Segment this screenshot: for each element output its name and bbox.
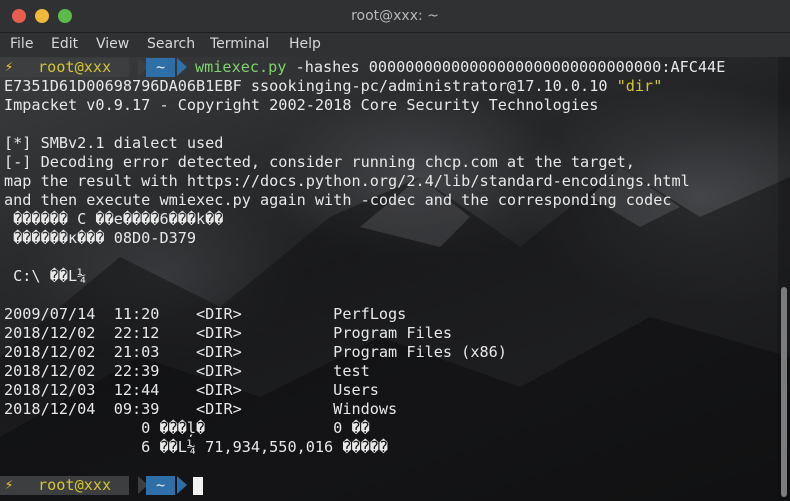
dir-entry: 2018/12/02 22:12 <DIR> Program Files <box>4 324 453 342</box>
output-line: [*] SMBv2.1 dialect used <box>4 134 224 152</box>
command-line-2: E7351D61D00698796DA06B1EBF ssookinging-p… <box>4 77 662 96</box>
output-line: C:\ ��L¼ <box>4 267 87 285</box>
terminal-area[interactable]: ⚡ root@xxx ~ wmiexec.py -hashes 00000000… <box>0 57 790 501</box>
bolt-icon: ⚡ <box>0 58 18 77</box>
prompt-separator-icon <box>177 476 187 494</box>
prompt-dir: ~ <box>146 58 176 77</box>
command-line-1: wmiexec.py -hashes 000000000000000000000… <box>195 58 725 77</box>
dir-entry: 2018/12/02 21:03 <DIR> Program Files (x8… <box>4 343 507 361</box>
command-dir-arg: "dir" <box>616 77 663 95</box>
terminal-window: root@xxx: ~ File Edit View Search Termin… <box>0 0 790 501</box>
dir-entry: 2018/12/03 12:44 <DIR> Users <box>4 381 379 399</box>
command-tool: wmiexec.py <box>195 58 287 76</box>
output-line: map the result with https://docs.python.… <box>4 172 690 190</box>
output-line: Impacket v0.9.17 - Copyright 2002-2018 C… <box>4 96 599 114</box>
dir-entry: 2018/12/04 09:39 <DIR> Windows <box>4 400 398 418</box>
text-cursor <box>193 477 203 495</box>
output-line: and then execute wmiexec.py again with -… <box>4 191 672 209</box>
output-line: ������ C ��е����6���k�� <box>4 210 224 228</box>
output-line: ������к��� 08D0-D379 <box>4 229 197 247</box>
menu-terminal[interactable]: Terminal <box>210 36 269 52</box>
title-bar: root@xxx: ~ <box>0 0 790 33</box>
menu-view[interactable]: View <box>96 36 129 52</box>
command-args: -hashes 00000000000000000000000000000000… <box>286 58 726 76</box>
command-target: E7351D61D00698796DA06B1EBF ssookinging-p… <box>4 77 617 95</box>
dir-summary-files: 0 ���ļ� 0 �� <box>4 419 370 437</box>
menu-help[interactable]: Help <box>289 36 321 52</box>
output-line: [-] Decoding error detected, consider ru… <box>4 153 635 171</box>
bolt-icon: ⚡ <box>0 476 18 495</box>
menu-edit[interactable]: Edit <box>51 36 78 52</box>
menu-file[interactable]: File <box>10 36 33 52</box>
scrollbar-thumb[interactable] <box>781 287 787 497</box>
dir-entry: 2009/07/14 11:20 <DIR> PerfLogs <box>4 305 407 323</box>
window-title: root@xxx: ~ <box>351 8 439 24</box>
menu-search[interactable]: Search <box>147 36 195 52</box>
prompt-separator-icon <box>177 58 187 76</box>
prompt-user: root@xxx <box>18 58 130 77</box>
dir-summary-dirs: 6 ��L¼ 71,934,550,016 ����� <box>4 438 389 456</box>
dir-entry: 2018/12/02 22:39 <DIR> test <box>4 362 370 380</box>
menu-bar: File Edit View Search Terminal Help <box>0 33 790 57</box>
prompt-user: root@xxx <box>18 476 130 495</box>
prompt-dir: ~ <box>146 476 176 495</box>
